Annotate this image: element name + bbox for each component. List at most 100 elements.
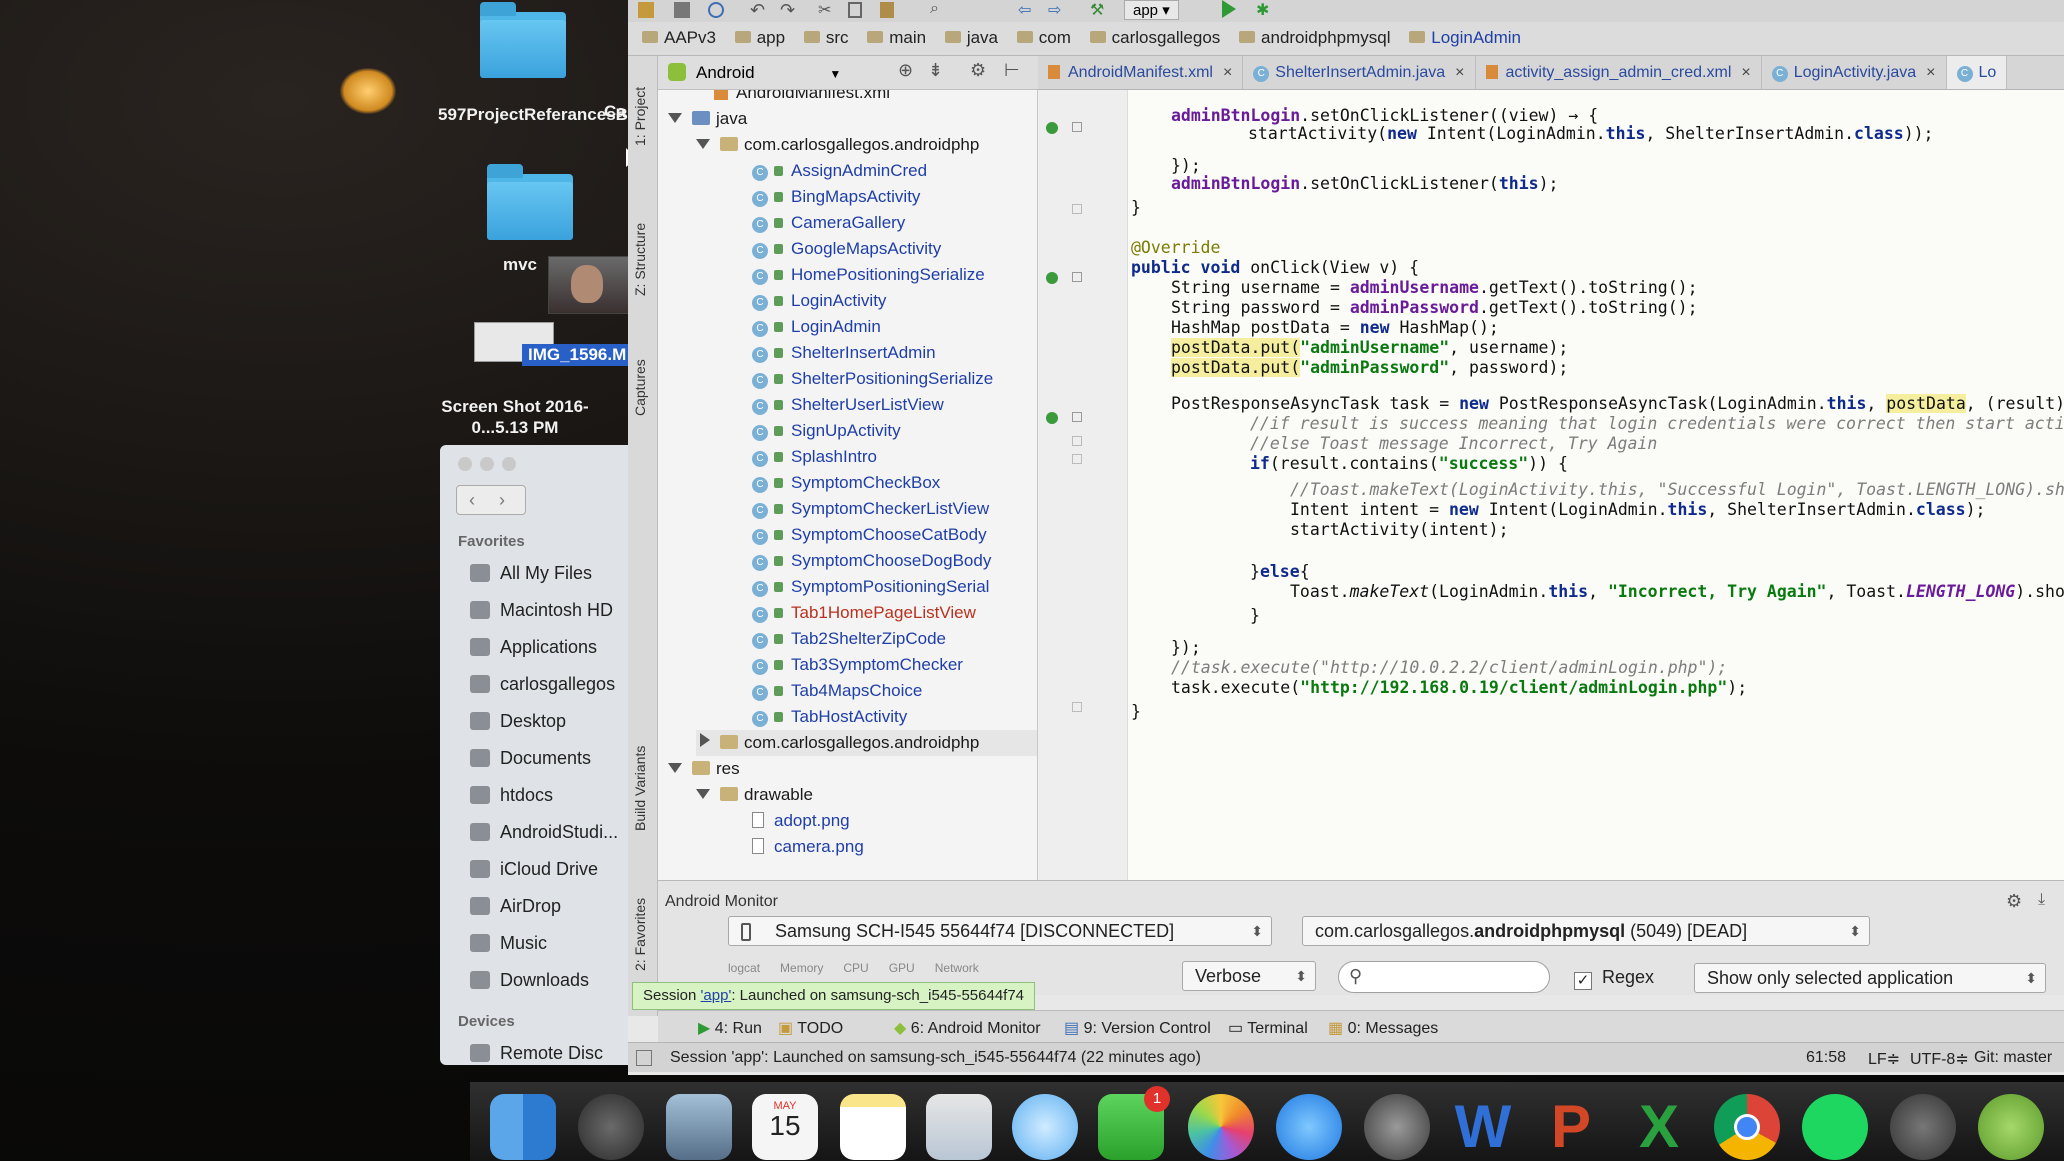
- sidebar-item-androidstudio[interactable]: AndroidStudi...: [470, 822, 618, 843]
- fold-marker-icon[interactable]: [1072, 204, 1082, 214]
- tab-login-activity[interactable]: C LoginActivity.java ×: [1762, 56, 1947, 89]
- sequel-pro-icon[interactable]: [1890, 1094, 1956, 1160]
- override-marker-icon[interactable]: [1046, 412, 1058, 424]
- tab-gpu[interactable]: GPU: [889, 961, 915, 975]
- preview-icon[interactable]: [666, 1094, 732, 1160]
- tab-build-variants[interactable]: Build Variants: [632, 746, 648, 831]
- tree-class-item[interactable]: C SymptomCheckerListView: [752, 496, 989, 522]
- regex-checkbox[interactable]: ✓ Regex: [1574, 967, 1654, 990]
- implements-marker-icon[interactable]: [1046, 272, 1058, 284]
- tab-captures[interactable]: Captures: [632, 359, 648, 416]
- file-encoding[interactable]: UTF-8≑: [1910, 1049, 1969, 1069]
- expand-arrow-icon[interactable]: [668, 763, 682, 773]
- close-icon[interactable]: ×: [1741, 64, 1750, 81]
- make-project-icon[interactable]: ⚒: [1090, 0, 1104, 20]
- paste-icon[interactable]: [880, 2, 894, 18]
- breadcrumb-item[interactable]: androidphpmysql: [1239, 28, 1390, 48]
- tab-project[interactable]: 1: Project: [632, 87, 648, 146]
- breadcrumb-item-current[interactable]: LoginAdmin: [1409, 28, 1521, 48]
- desktop-folder-references[interactable]: 597ProjectReferancesBryan: [438, 2, 664, 125]
- tree-item-res[interactable]: res: [668, 756, 740, 782]
- fold-marker-icon[interactable]: [1072, 122, 1082, 132]
- process-select[interactable]: com.carlosgallegos.androidphpmysql (5049…: [1302, 916, 1870, 946]
- tree-class-item[interactable]: C Tab1HomePageListView: [752, 600, 976, 626]
- undo-icon[interactable]: ↶: [750, 0, 765, 21]
- fold-marker-icon[interactable]: [1072, 412, 1082, 422]
- line-separator[interactable]: LF≑: [1868, 1049, 1900, 1069]
- scroll-from-source-icon[interactable]: ⊕: [898, 60, 913, 81]
- tree-class-item[interactable]: C ShelterPositioningSerialize: [752, 366, 993, 392]
- breadcrumb-item[interactable]: src: [804, 28, 849, 48]
- gear-icon[interactable]: ⚙: [2006, 891, 2022, 912]
- facetime-icon[interactable]: 1: [1098, 1086, 1170, 1160]
- tab-memory[interactable]: Memory: [780, 961, 823, 975]
- git-branch[interactable]: Git: master: [1974, 1049, 2052, 1067]
- sidebar-item-airdrop[interactable]: AirDrop: [470, 896, 561, 917]
- fold-marker-icon[interactable]: [1072, 702, 1082, 712]
- breadcrumb-item[interactable]: com: [1017, 28, 1071, 48]
- tree-item-package[interactable]: com.carlosgallegos.androidphp: [696, 730, 1037, 756]
- redo-icon[interactable]: ↷: [780, 0, 795, 21]
- zoom-dot-icon[interactable]: [502, 457, 516, 471]
- sync-icon[interactable]: [708, 2, 724, 18]
- tree-item-file[interactable]: adopt.png: [752, 808, 850, 834]
- sidebar-item-macintosh-hd[interactable]: Macintosh HD: [470, 600, 613, 621]
- tab-activity-assign-admin-cred[interactable]: activity_assign_admin_cred.xml ×: [1476, 56, 1762, 89]
- tab-cpu[interactable]: CPU: [843, 961, 868, 975]
- device-select[interactable]: Samsung SCH-I545 55644f74 [DISCONNECTED]: [728, 916, 1272, 946]
- caret-position[interactable]: 61:58: [1806, 1049, 1846, 1067]
- minimize-dot-icon[interactable]: [480, 457, 494, 471]
- sidebar-item-desktop[interactable]: Desktop: [470, 711, 566, 732]
- tree-class-item[interactable]: C Tab2ShelterZipCode: [752, 626, 946, 652]
- back-arrow-icon[interactable]: ⇦: [1018, 0, 1031, 20]
- sidebar-item-music[interactable]: Music: [470, 933, 547, 954]
- fold-marker-icon[interactable]: [1072, 454, 1082, 464]
- run-config-select[interactable]: app ▾: [1124, 0, 1179, 20]
- run-icon[interactable]: [1222, 0, 1236, 18]
- photos-icon[interactable]: [1188, 1094, 1254, 1160]
- sidebar-item-documents[interactable]: Documents: [470, 748, 591, 769]
- spotify-icon[interactable]: [1802, 1094, 1868, 1160]
- messages-icon[interactable]: [1012, 1094, 1078, 1160]
- tab-shelter-insert-admin[interactable]: C ShelterInsertAdmin.java ×: [1243, 56, 1476, 89]
- close-icon[interactable]: ×: [1455, 64, 1464, 81]
- tree-class-item[interactable]: C TabHostActivity: [752, 704, 907, 730]
- log-level-select[interactable]: Verbose: [1182, 961, 1316, 991]
- expand-arrow-icon[interactable]: [696, 139, 710, 149]
- project-view-select[interactable]: Android ▼: [696, 63, 841, 83]
- sidebar-item-remote-disc[interactable]: Remote Disc: [470, 1043, 603, 1064]
- tab-structure[interactable]: Z: Structure: [632, 223, 648, 296]
- sidebar-item-all-my-files[interactable]: All My Files: [470, 563, 592, 584]
- panel-toggle-icon[interactable]: [636, 1050, 652, 1066]
- tree-item-drawable[interactable]: drawable: [696, 782, 813, 808]
- powerpoint-icon[interactable]: P: [1538, 1094, 1604, 1160]
- save-icon[interactable]: [674, 2, 690, 18]
- tree-class-item[interactable]: C ShelterUserListView: [752, 392, 944, 418]
- excel-icon[interactable]: X: [1626, 1094, 1692, 1160]
- chrome-icon[interactable]: [1714, 1094, 1780, 1160]
- tab-android-manifest[interactable]: AndroidManifest.xml ×: [1038, 56, 1244, 89]
- tree-class-item[interactable]: C BingMapsActivity: [752, 184, 920, 210]
- finder-icon[interactable]: [490, 1094, 556, 1160]
- video-thumbnail-icon[interactable]: [548, 256, 630, 314]
- tab-favorites[interactable]: 2: Favorites: [632, 898, 648, 971]
- tree-class-item[interactable]: C GoogleMapsActivity: [752, 236, 941, 262]
- expand-arrow-icon[interactable]: [668, 113, 682, 123]
- tab-logcat[interactable]: logcat: [728, 961, 760, 975]
- tree-class-item[interactable]: C SymptomChooseCatBody: [752, 522, 987, 548]
- override-marker-icon[interactable]: [1046, 122, 1058, 134]
- logcat-search-input[interactable]: ⚲: [1338, 961, 1550, 993]
- expand-arrow-icon[interactable]: [696, 789, 710, 799]
- gear-icon[interactable]: ⚙: [970, 60, 986, 81]
- tab-version-control[interactable]: ▤ 9: Version Control: [1064, 1018, 1211, 1038]
- fold-marker-icon[interactable]: [1072, 272, 1082, 282]
- sidebar-item-icloud-drive[interactable]: iCloud Drive: [470, 859, 598, 880]
- sidebar-item-applications[interactable]: Applications: [470, 637, 597, 658]
- open-icon[interactable]: [638, 2, 654, 18]
- tree-class-item[interactable]: C HomePositioningSerialize: [752, 262, 985, 288]
- close-icon[interactable]: ×: [1926, 64, 1935, 81]
- fold-marker-icon[interactable]: [1072, 436, 1082, 446]
- collapse-arrow-icon[interactable]: [700, 733, 710, 747]
- forward-arrow-icon[interactable]: ⇨: [1048, 0, 1061, 20]
- breadcrumb-item[interactable]: AAPv3: [642, 28, 716, 48]
